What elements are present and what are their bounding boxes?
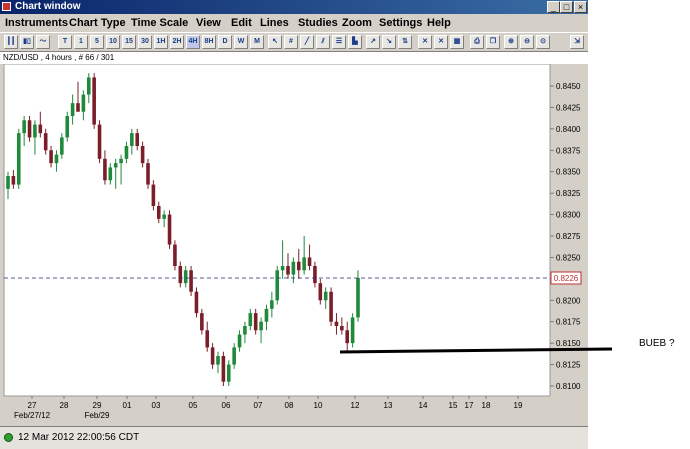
support-line [339,347,613,354]
annotation-layer [339,347,613,354]
annotation-text: BUEB ? [639,338,675,349]
